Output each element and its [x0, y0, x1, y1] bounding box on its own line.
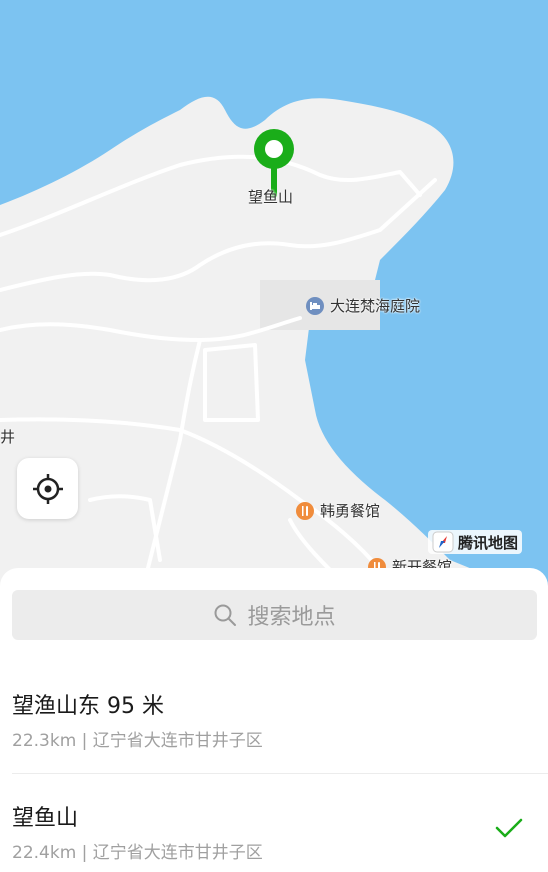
restaurant-icon: [296, 501, 314, 520]
bottom-sheet: 搜索地点 望渔山东 95 米 22.3km | 辽宁省大连市甘井子区 望鱼山 2…: [0, 568, 548, 872]
map-brand-logo: 腾讯地图: [428, 530, 523, 554]
search-placeholder: 搜索地点: [247, 605, 336, 630]
poi-hotel[interactable]: 大连梵海庭院: [306, 295, 420, 316]
poi-restaurant-1[interactable]: 韩勇餐馆: [296, 500, 380, 521]
locate-me-button[interactable]: [17, 458, 78, 519]
poi-restaurant-1-label: 韩勇餐馆: [320, 502, 381, 520]
brand-text: 腾讯地图: [458, 533, 519, 552]
edge-label: 井: [0, 428, 16, 446]
result-subtitle: 22.3km | 辽宁省大连市甘井子区: [12, 731, 263, 751]
pin-label: 望鱼山: [248, 188, 294, 206]
map-canvas: [0, 0, 548, 600]
result-title: 望鱼山: [12, 806, 79, 831]
result-title: 望渔山东 95 米: [12, 694, 164, 719]
crosshair-icon: [32, 473, 63, 504]
search-icon: [214, 604, 237, 626]
hotel-icon: [306, 296, 324, 315]
divider: [12, 773, 548, 774]
search-input[interactable]: 搜索地点: [12, 590, 537, 640]
list-item[interactable]: 望鱼山 22.4km | 辽宁省大连市甘井子区: [0, 790, 548, 870]
compass-logo-icon: [432, 531, 454, 553]
poi-hotel-label: 大连梵海庭院: [330, 297, 421, 315]
map-view[interactable]: 望鱼山 大连梵海庭院 韩勇餐馆 新开餐馆 井 腾讯地图: [0, 0, 548, 600]
checkmark-icon: [495, 818, 523, 838]
result-subtitle: 22.4km | 辽宁省大连市甘井子区: [12, 843, 263, 863]
list-item[interactable]: 望渔山东 95 米 22.3km | 辽宁省大连市甘井子区: [0, 678, 548, 773]
